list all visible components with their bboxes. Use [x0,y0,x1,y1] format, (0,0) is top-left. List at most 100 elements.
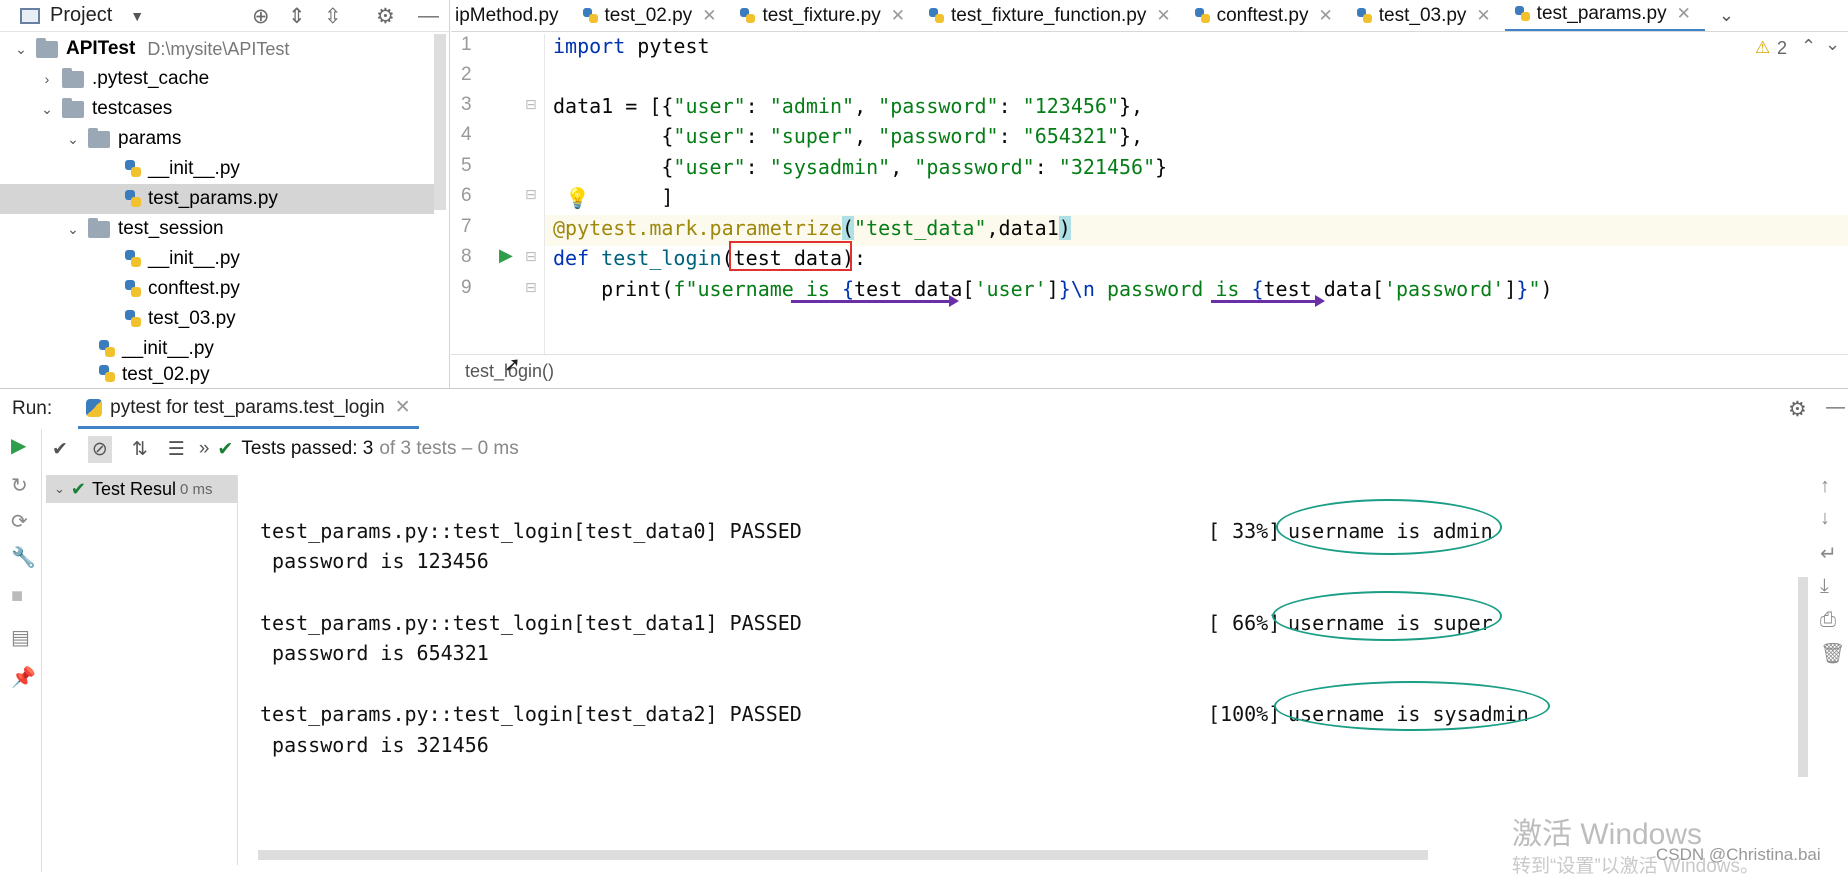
warning-count: 2 [1777,38,1788,58]
more-icon[interactable]: » [199,438,210,460]
warning-icon[interactable]: ⚠ [1755,38,1770,58]
chevron-down-icon[interactable]: ⌄ [38,101,56,118]
tab-label: conftest.py [1216,4,1309,26]
close-icon[interactable]: ✕ [1156,6,1170,26]
test-results-label: Test Resul [92,478,177,499]
project-title[interactable]: Project [50,4,112,27]
close-icon[interactable]: ✕ [702,6,716,26]
arrow-down-icon[interactable]: ↓ [1820,507,1830,530]
line-number: 2 [461,64,472,85]
tree-item-params[interactable]: ⌄ params [0,124,434,154]
collapse-all-icon[interactable]: ⇳ [324,4,342,29]
minimize-icon[interactable]: — [1826,397,1845,419]
tree-item-test-session[interactable]: ⌄ test_session [0,214,434,244]
pin-icon[interactable]: 📌 [11,665,36,690]
fold-icon[interactable]: ⊟ [525,96,537,113]
tree-item-test-02[interactable]: test_02.py [0,364,434,386]
tree-item-label: __init__.py [122,338,214,359]
scroll-to-end-icon[interactable]: ⤓ [1820,575,1829,598]
run-panel: Run: pytest for test_params.test_login ✕… [0,388,1848,877]
tab-overflow[interactable]: ⌄ [1705,0,1748,31]
close-icon[interactable]: ✕ [891,6,905,26]
chevron-right-icon[interactable]: › [38,71,56,87]
gear-icon[interactable]: ⚙ [376,4,395,29]
tree-item-test-03[interactable]: test_03.py [0,304,434,334]
line-number: 3 [461,94,472,115]
close-icon[interactable]: ✕ [1476,6,1490,26]
console-test-line: test_params.py::test_login[test_data0] P… [260,519,802,543]
tab-test-fixture[interactable]: test_fixture.py ✕ [730,0,919,31]
python-file-icon [1356,7,1373,25]
check-icon: ✔ [70,478,86,499]
minimize-icon[interactable]: — [418,4,439,28]
project-scrollbar[interactable] [434,34,446,210]
fold-icon[interactable]: ⊟ [525,186,537,203]
console-horizontal-scrollbar[interactable] [258,850,1428,860]
tree-item-testcases-init[interactable]: __init__.py [0,334,434,364]
tab-ipmethod[interactable]: ipMethod.py [451,0,573,31]
chevron-down-icon[interactable]: ⌄ [1825,34,1840,55]
trash-icon[interactable]: 🗑 [1820,641,1845,666]
tree-item-label: .pytest_cache [92,68,210,89]
tree-item-conftest[interactable]: conftest.py [0,274,434,304]
stop-icon[interactable]: ■ [11,585,23,608]
python-file-icon [124,189,142,209]
tab-test-03[interactable]: test_03.py ✕ [1347,0,1505,31]
python-file-icon [98,339,116,359]
close-icon[interactable]: ✕ [1319,6,1333,26]
arrow-up-icon[interactable]: ↑ [1820,475,1830,498]
tab-label: test_params.py [1536,3,1667,24]
console-test-line: test_params.py::test_login[test_data2] P… [260,702,802,726]
tree-item-testcases[interactable]: ⌄ testcases [0,94,434,124]
tree-item-session-init[interactable]: __init__.py [0,244,434,274]
close-icon[interactable]: ✕ [395,396,411,419]
tab-run-config[interactable]: pytest for test_params.test_login ✕ [78,389,419,429]
line-number: 5 [461,155,472,176]
wrench-icon[interactable]: 🔧 [11,545,36,570]
console-vertical-scrollbar[interactable] [1798,577,1808,777]
test-results-root[interactable]: ⌄ ✔ Test Resul 0 ms [46,475,237,503]
gear-icon[interactable]: ⚙ [1788,397,1807,422]
chevron-down-icon[interactable]: ⌄ [64,221,82,238]
rerun-failed-icon[interactable]: ↻ [11,473,28,498]
sort-duration-icon[interactable]: ☰ [168,438,185,461]
locate-icon[interactable]: ⊕ [252,4,270,29]
chevron-down-icon[interactable]: ⌄ [1719,5,1734,26]
chevron-down-icon[interactable]: ⌄ [54,481,65,497]
chevron-down-icon[interactable]: ⌄ [64,131,82,148]
show-passed-icon[interactable]: ✔ [52,438,68,461]
rerun-icon[interactable]: ▶ [11,433,26,458]
console-output[interactable]: test_params.py::test_login[test_data0] P… [242,475,1810,845]
tree-item-label: params [118,128,182,149]
tree-item-test-params[interactable]: test_params.py [0,184,434,214]
print-icon[interactable]: ⎙ [1820,609,1836,632]
chevron-down-icon[interactable]: ⌄ [12,41,30,58]
show-ignored-icon[interactable]: ⊘ [87,435,112,463]
sort-alpha-icon[interactable]: ⇅ [132,438,148,461]
tab-test-fixture-function[interactable]: test_fixture_function.py ✕ [919,0,1185,31]
run-gutter-icon[interactable]: ▶ [499,245,513,266]
tab-test-02[interactable]: test_02.py ✕ [573,0,731,31]
chevron-down-icon[interactable]: ▼ [130,8,144,24]
project-view-icon[interactable] [20,7,40,24]
tree-item-label: test_session [118,218,224,239]
python-file-icon [928,7,945,25]
tree-item-path: D:\mysite\APITest [147,38,290,59]
test-results-tree: ⌄ ✔ Test Resul 0 ms [46,475,238,865]
breadcrumb[interactable]: test_login() [451,354,1848,388]
expand-all-icon[interactable]: ⇕ [288,4,306,29]
tab-conftest[interactable]: conftest.py ✕ [1185,0,1347,31]
close-icon[interactable]: ✕ [1677,4,1691,24]
soft-wrap-icon[interactable]: ↵ [1820,541,1837,566]
tab-test-params[interactable]: test_params.py ✕ [1504,0,1705,31]
toggle-auto-test-icon[interactable]: ⟳ [11,509,28,534]
code-editor[interactable]: 1 2 3 4 5 6 7 8 9 ▶ ⊟ ⊟ ⊟ ⊟ 💡 import pyt… [451,34,1848,354]
tree-item-pytest-cache[interactable]: › .pytest_cache [0,64,434,94]
layout-icon[interactable]: ▤ [11,625,30,650]
fold-icon[interactable]: ⊟ [525,279,537,296]
fold-icon[interactable]: ⊟ [525,248,537,265]
tree-item-apitest[interactable]: ⌄ APITest D:\mysite\APITest [0,34,434,64]
tree-item-params-init[interactable]: __init__.py [0,154,434,184]
chevron-up-icon[interactable]: ⌃ [1801,36,1816,57]
line-number: 6 [461,185,472,206]
